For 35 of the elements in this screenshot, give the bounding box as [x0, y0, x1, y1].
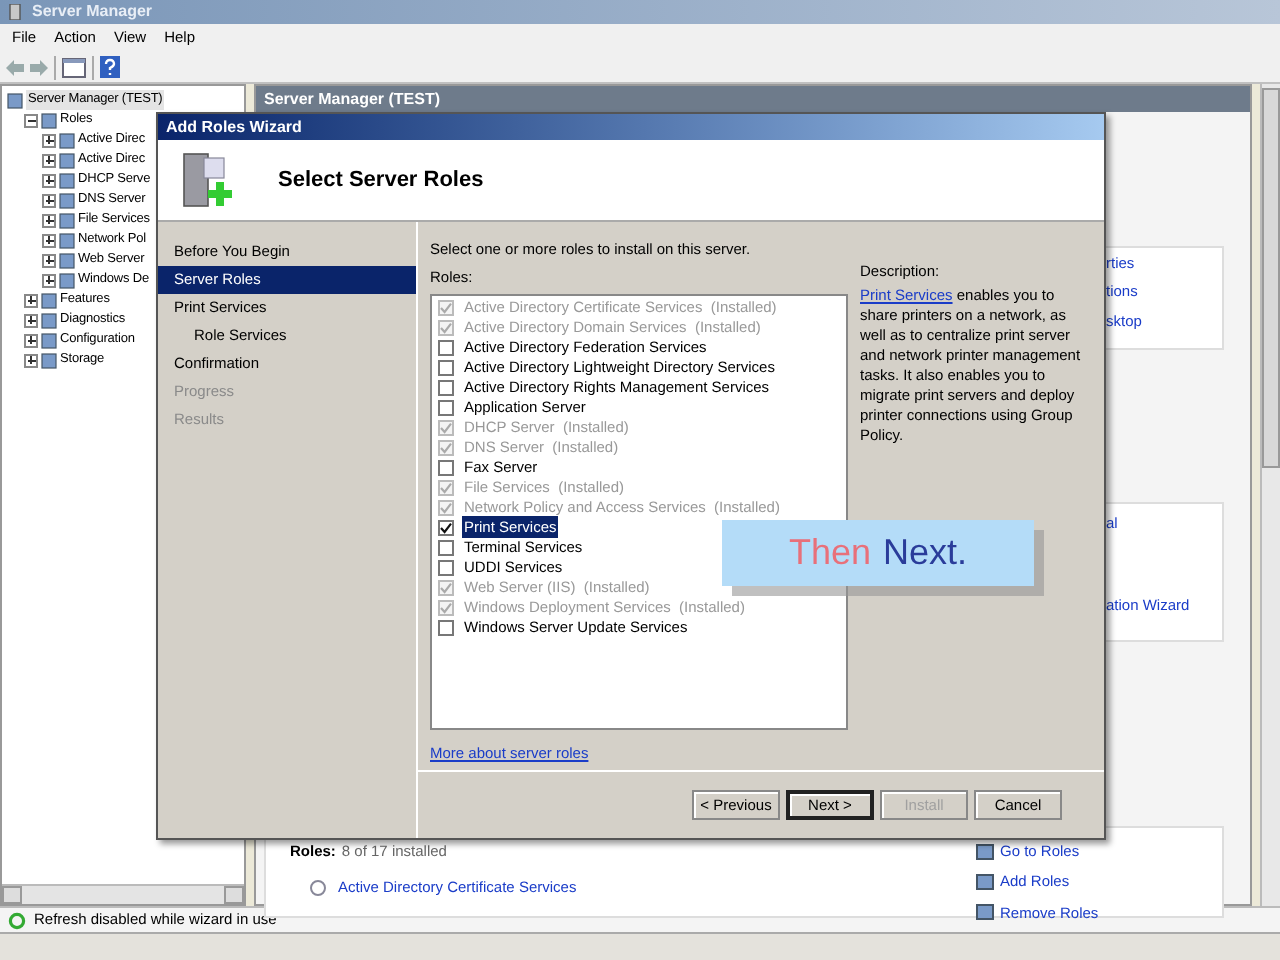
server-add-icon: [182, 150, 234, 210]
pane-header: Server Manager (TEST): [256, 86, 1250, 112]
expander-icon[interactable]: [42, 193, 56, 207]
horizontal-scrollbar[interactable]: [2, 884, 244, 904]
expander-icon[interactable]: [42, 133, 56, 147]
expander-icon[interactable]: [42, 213, 56, 227]
checkbox[interactable]: [438, 359, 454, 375]
checkbox[interactable]: [438, 399, 454, 415]
checkbox[interactable]: [438, 619, 454, 635]
expander-icon[interactable]: [24, 353, 38, 367]
expander-icon[interactable]: [24, 293, 38, 307]
vertical-scrollbar[interactable]: [1260, 84, 1280, 906]
dialog-title-bar: Add Roles Wizard: [158, 114, 1104, 140]
expander-icon[interactable]: [42, 173, 56, 187]
info-icon: [310, 879, 326, 896]
expander-icon[interactable]: [42, 273, 56, 287]
checkbox[interactable]: [438, 459, 454, 475]
expander-icon[interactable]: [24, 313, 38, 327]
wizard-heading: Select Server Roles: [278, 165, 484, 196]
window-title: Server Manager: [32, 0, 153, 24]
checkbox[interactable]: [438, 339, 454, 355]
checkbox[interactable]: [438, 519, 454, 535]
console-tree-icon[interactable]: [62, 57, 86, 77]
expander-icon[interactable]: [24, 333, 38, 347]
expander-icon[interactable]: [42, 153, 56, 167]
expander-icon[interactable]: [24, 113, 38, 127]
help-icon[interactable]: [100, 56, 120, 78]
checkbox[interactable]: [438, 559, 454, 575]
callout-next-text: Next.: [883, 530, 968, 576]
expander-icon[interactable]: [42, 253, 56, 267]
expander-icon[interactable]: [42, 233, 56, 247]
checkbox[interactable]: [438, 539, 454, 555]
checkbox[interactable]: [438, 379, 454, 395]
refresh-icon: [8, 911, 26, 929]
callout-then-text: Then: [788, 530, 871, 576]
